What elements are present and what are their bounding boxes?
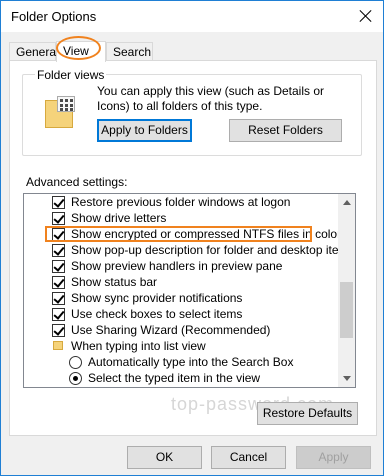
- checkbox[interactable]: [52, 292, 65, 305]
- list-item-label: Use Sharing Wizard (Recommended): [71, 323, 271, 337]
- list-item-sharing-wizard[interactable]: Use Sharing Wizard (Recommended): [24, 322, 339, 338]
- checkbox[interactable]: [52, 212, 65, 225]
- list-item-use-check-boxes[interactable]: Use check boxes to select items: [24, 306, 339, 322]
- scroll-down-arrow-icon[interactable]: [338, 370, 355, 387]
- list-item-preview-handlers[interactable]: Show preview handlers in preview pane: [24, 258, 339, 274]
- list-item-label: Show sync provider notifications: [71, 291, 243, 305]
- close-icon[interactable]: [357, 7, 375, 25]
- tab-search[interactable]: Search: [106, 42, 153, 61]
- restore-defaults-button[interactable]: Restore Defaults: [257, 402, 358, 425]
- radio-button-selected[interactable]: [69, 372, 82, 385]
- apply-to-folders-button[interactable]: Apply to Folders: [97, 119, 192, 142]
- list-item-label: Show status bar: [71, 275, 158, 289]
- list-item-label: Select the typed item in the view: [88, 371, 261, 385]
- list-item-select-typed-item[interactable]: Select the typed item in the view: [24, 370, 339, 386]
- checkbox[interactable]: [52, 308, 65, 321]
- list-item-typing-list-view: When typing into list view: [24, 338, 339, 354]
- checkbox[interactable]: [52, 196, 65, 209]
- list-item-sync-notifications[interactable]: Show sync provider notifications: [24, 290, 339, 306]
- ok-button[interactable]: OK: [127, 446, 202, 469]
- reset-folders-button[interactable]: Reset Folders: [229, 119, 342, 142]
- folder-icon: [53, 341, 63, 350]
- advanced-settings-label: Advanced settings:: [26, 175, 128, 189]
- checkbox[interactable]: [52, 324, 65, 337]
- list-item-label: Restore previous folder windows at logon: [71, 195, 291, 209]
- advanced-settings-list: Restore previous folder windows at logon…: [23, 193, 356, 388]
- list-item-label: Automatically type into the Search Box: [88, 355, 294, 369]
- checkbox[interactable]: [52, 276, 65, 289]
- scroll-up-arrow-icon[interactable]: [338, 194, 355, 211]
- radio-button[interactable]: [69, 356, 82, 369]
- list-item-label: Use check boxes to select items: [71, 307, 243, 321]
- folder-views-legend: Folder views: [35, 68, 107, 82]
- list-item-label: When typing into list view: [71, 339, 206, 353]
- scroll-thumb[interactable]: [340, 282, 353, 338]
- ntfs-option-highlight-box: [45, 226, 312, 242]
- cancel-button[interactable]: Cancel: [211, 446, 286, 469]
- list-item-status-bar[interactable]: Show status bar: [24, 274, 339, 290]
- list-item-restore-windows[interactable]: Restore previous folder windows at logon: [24, 194, 339, 210]
- tab-search-label: Search: [113, 45, 152, 59]
- list-item-type-search-box[interactable]: Automatically type into the Search Box: [24, 354, 339, 370]
- folder-options-window: Folder Options General View Search Folde…: [0, 0, 384, 476]
- checkbox[interactable]: [52, 260, 65, 273]
- window-title: Folder Options: [11, 9, 97, 24]
- list-item-popup-description[interactable]: Show pop-up description for folder and d…: [24, 242, 355, 258]
- apply-button[interactable]: Apply: [296, 446, 371, 469]
- checkbox[interactable]: [52, 244, 65, 257]
- title-bar: Folder Options: [1, 1, 383, 32]
- tab-general[interactable]: General: [9, 42, 59, 61]
- list-item-label: Show preview handlers in preview pane: [71, 259, 283, 273]
- folder-views-description: You can apply this view (such as Details…: [97, 84, 325, 113]
- list-scrollbar[interactable]: [338, 194, 355, 387]
- list-item-label: Show pop-up description for folder and d…: [71, 243, 355, 257]
- tab-general-label: General: [16, 45, 59, 59]
- view-tab-highlight-circle: [56, 36, 101, 60]
- folder-view-icon: [45, 96, 81, 128]
- list-item-show-drive-letters[interactable]: Show drive letters: [24, 210, 339, 226]
- list-item-label: Show drive letters: [71, 211, 167, 225]
